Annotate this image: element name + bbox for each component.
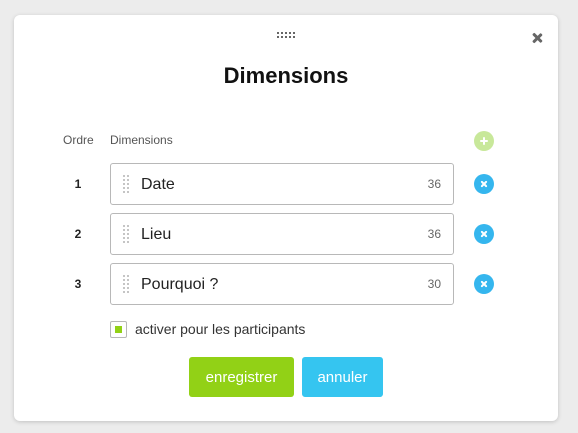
checkbox-checked-icon	[115, 325, 122, 333]
save-button[interactable]: enregistrer	[189, 357, 294, 397]
dimension-input[interactable]	[141, 174, 411, 196]
close-icon[interactable]	[528, 29, 546, 47]
grip-icon[interactable]	[123, 275, 131, 293]
char-count: 36	[427, 177, 441, 191]
order-column-header: Ordre	[63, 133, 94, 147]
dimension-field: 36	[110, 163, 454, 205]
remove-dimension-icon[interactable]	[474, 174, 494, 194]
participants-option: activer pour les participants	[110, 320, 305, 338]
remove-dimension-icon[interactable]	[474, 274, 494, 294]
add-dimension-icon[interactable]	[474, 131, 494, 151]
row-order-number: 1	[74, 177, 82, 191]
cancel-button[interactable]: annuler	[302, 357, 383, 397]
row-order-number: 3	[74, 277, 82, 291]
participants-label[interactable]: activer pour les participants	[135, 321, 305, 337]
drag-handle-icon[interactable]	[277, 32, 295, 40]
char-count: 30	[427, 277, 441, 291]
dimensions-column-header: Dimensions	[110, 133, 173, 147]
dimension-input[interactable]	[141, 274, 411, 296]
row-order-number: 2	[74, 227, 82, 241]
remove-dimension-icon[interactable]	[474, 224, 494, 244]
dimension-field: 36	[110, 213, 454, 255]
participants-checkbox[interactable]	[110, 320, 127, 338]
dimension-field: 30	[110, 263, 454, 305]
char-count: 36	[427, 227, 441, 241]
dialog-title: Dimensions	[223, 63, 349, 88]
dimension-input[interactable]	[141, 224, 411, 246]
grip-icon[interactable]	[123, 225, 131, 243]
grip-icon[interactable]	[123, 175, 131, 193]
dimensions-dialog: Dimensions Ordre Dimensions 1 36 2 36 3	[14, 15, 558, 421]
